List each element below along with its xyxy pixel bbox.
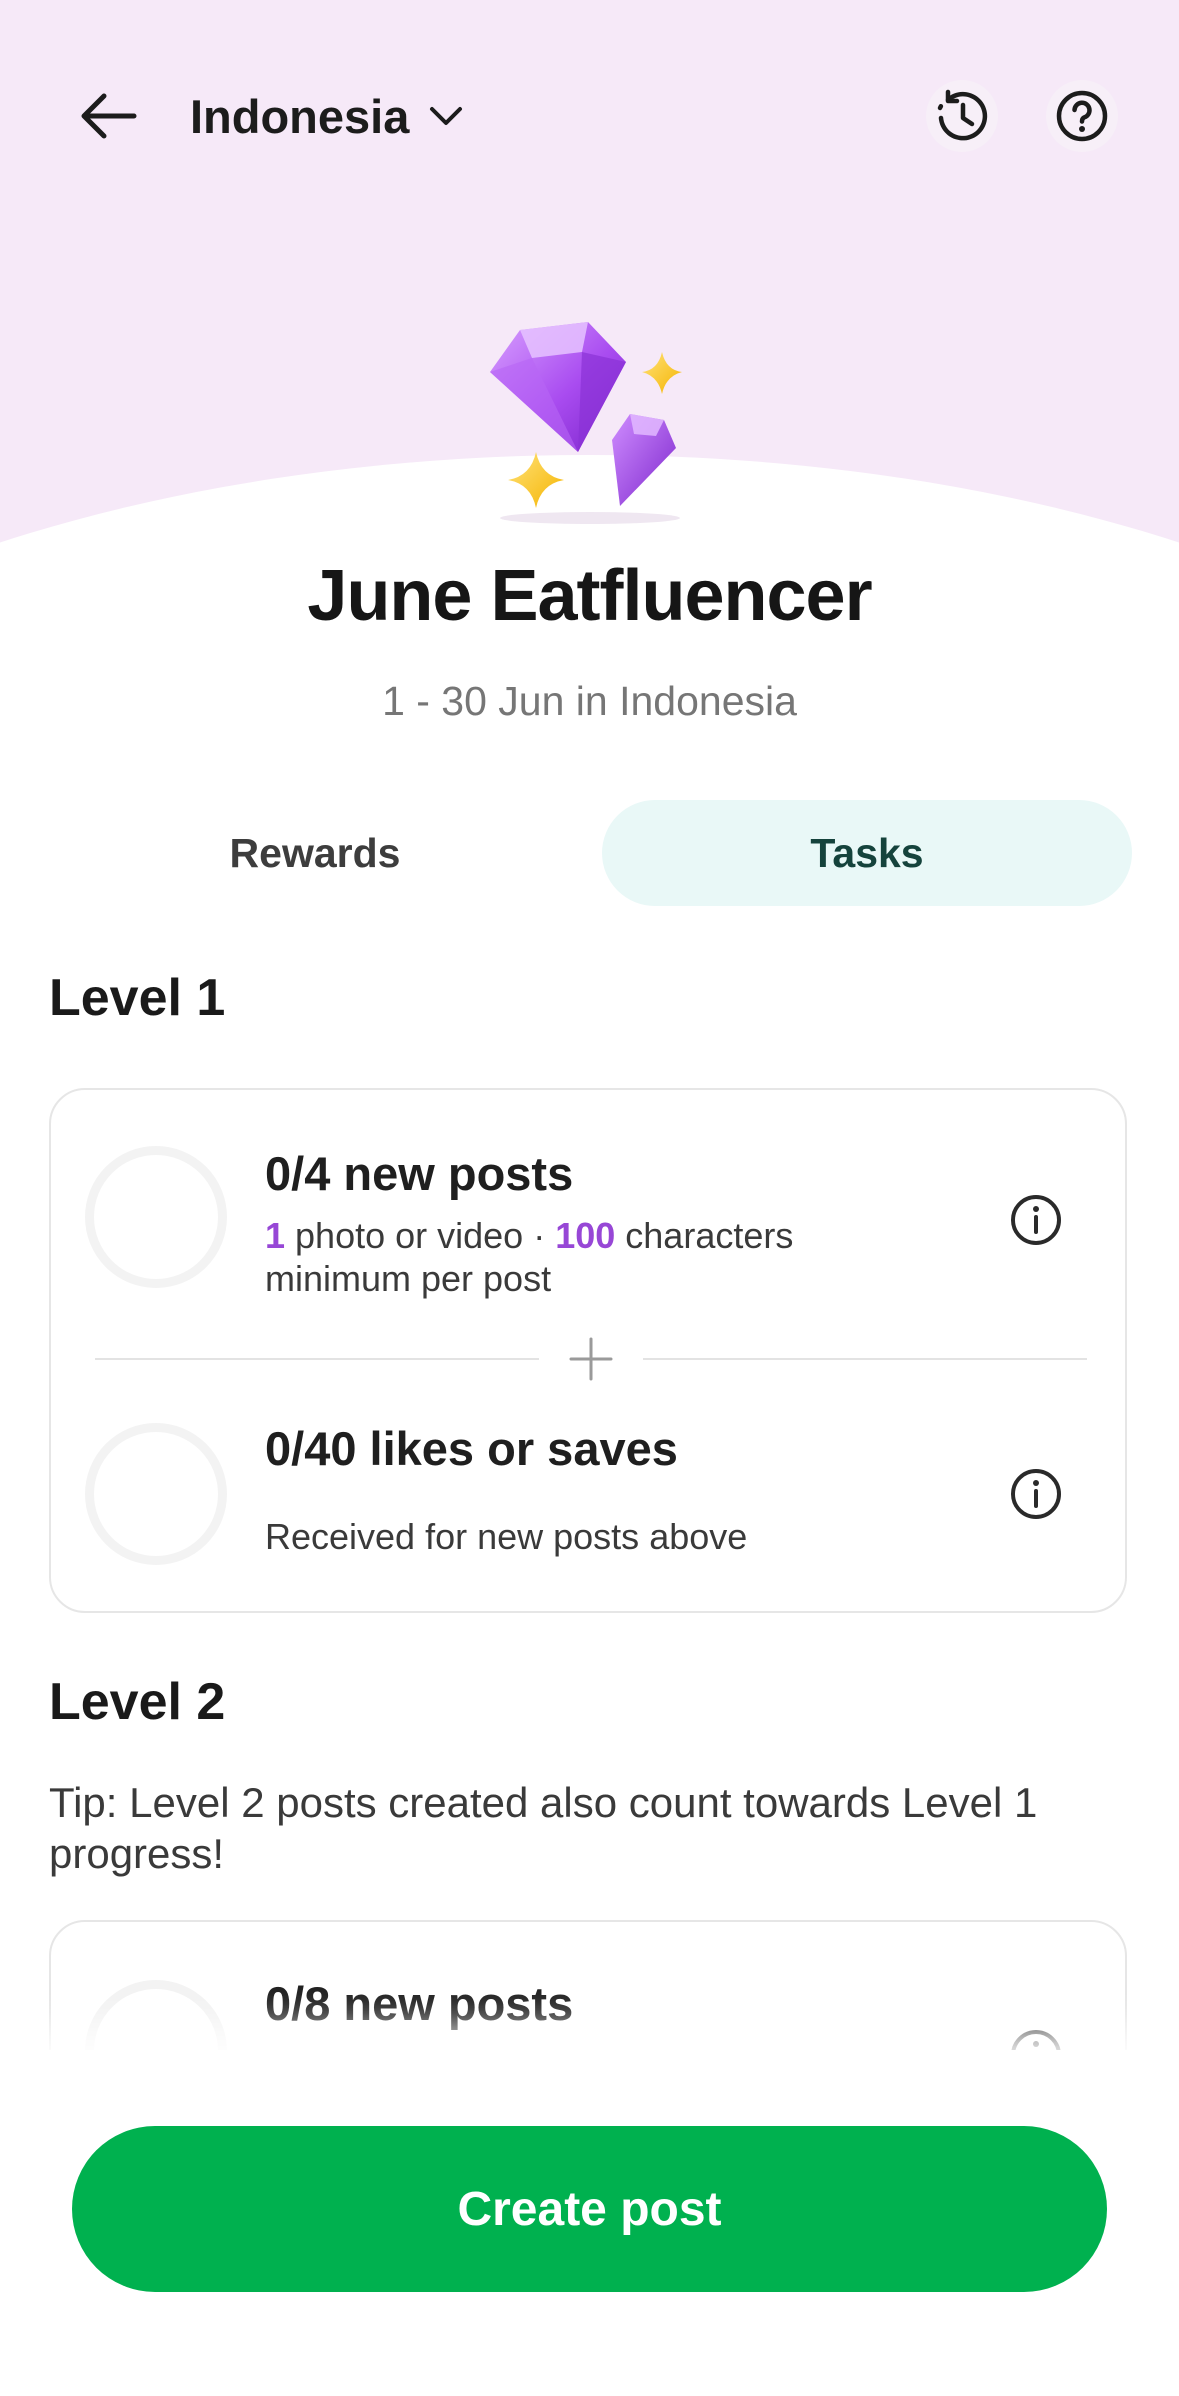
history-button[interactable] xyxy=(926,80,998,152)
progress-ring xyxy=(85,1146,227,1288)
region-selector[interactable]: Indonesia xyxy=(190,84,463,148)
level-2-heading: Level 2 xyxy=(49,1673,226,1731)
info-icon xyxy=(1011,1195,1061,1245)
task-info-button[interactable] xyxy=(1006,1190,1066,1250)
create-post-button[interactable]: Create post xyxy=(72,2126,1107,2292)
back-button[interactable] xyxy=(70,82,146,150)
chevron-down-icon xyxy=(430,107,463,125)
top-bar: Indonesia xyxy=(0,60,1179,170)
help-button[interactable] xyxy=(1046,80,1118,152)
tab-rewards[interactable]: Rewards xyxy=(50,800,580,906)
char-count: 100 xyxy=(555,1215,616,1256)
level-1-task-card: 0/4 new posts 1 photo or video · 100 cha… xyxy=(49,1088,1127,1613)
region-label: Indonesia xyxy=(190,89,410,143)
divider xyxy=(643,1358,1087,1360)
task-title: 0/4 new posts xyxy=(265,1147,574,1200)
task-info-button[interactable] xyxy=(1006,1464,1066,1524)
history-icon xyxy=(937,89,988,141)
divider xyxy=(95,1358,539,1360)
task-description: Received for new posts above xyxy=(265,1516,748,1557)
task-likes-saves: 0/40 likes or saves Received for new pos… xyxy=(51,1365,1125,1615)
arrow-left-icon xyxy=(81,93,137,139)
task-title: 0/8 new posts xyxy=(265,1977,574,2030)
media-count: 1 xyxy=(265,1215,286,1256)
task-new-posts: 0/4 new posts 1 photo or video · 100 cha… xyxy=(51,1090,1125,1340)
campaign-dates: 1 - 30 Jun in Indonesia xyxy=(382,678,797,724)
gem-sparkles-illustration xyxy=(470,300,710,530)
task-requirements: 1 photo or video · 100 characters minimu… xyxy=(265,1214,905,1300)
level-1-heading: Level 1 xyxy=(49,969,226,1027)
tab-tasks[interactable]: Tasks xyxy=(602,800,1132,906)
progress-ring xyxy=(85,1423,227,1565)
task-title: 0/40 likes or saves xyxy=(265,1422,678,1475)
tab-bar: Rewards Tasks xyxy=(50,800,1132,906)
help-circle-icon xyxy=(1056,90,1108,142)
media-text: photo or video · xyxy=(285,1215,556,1256)
level-2-tip: Tip: Level 2 posts created also count to… xyxy=(49,1779,1038,1877)
info-icon xyxy=(1011,1469,1061,1519)
campaign-title: June Eatfluencer xyxy=(307,556,872,636)
